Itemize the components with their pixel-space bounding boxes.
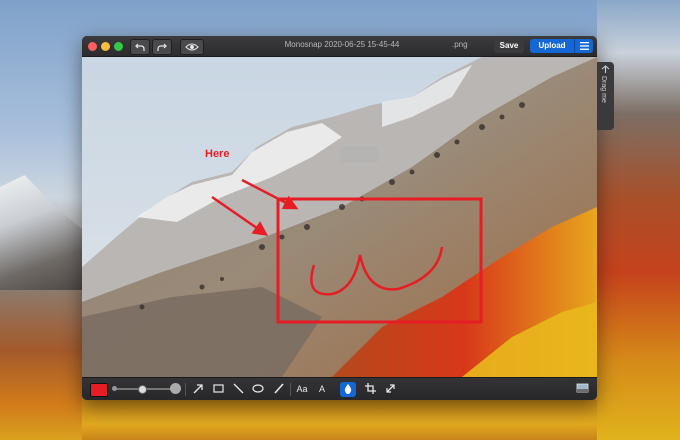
text-style-tool[interactable]: A <box>314 382 330 397</box>
preview-button[interactable] <box>180 39 204 55</box>
stroke-max-dot <box>170 383 181 394</box>
annotation-arrow[interactable] <box>211 195 269 236</box>
pen-tool[interactable] <box>270 382 286 397</box>
redo-button[interactable] <box>152 39 172 55</box>
share-icon <box>601 65 610 73</box>
drop-icon <box>344 384 352 394</box>
hamburger-icon <box>579 42 589 50</box>
annotation-layer[interactable] <box>82 57 597 377</box>
rectangle-tool[interactable] <box>210 382 226 397</box>
crop-tool[interactable] <box>362 382 378 397</box>
drag-me-label: Drag me <box>600 76 607 103</box>
rectangle-icon <box>212 384 224 393</box>
toolbar-separator <box>185 383 186 396</box>
eye-icon <box>185 43 199 51</box>
file-name-title[interactable]: Monosnap 2020-06-25 15-45-44 <box>252 40 432 49</box>
minimize-window-button[interactable] <box>101 42 110 51</box>
line-icon <box>233 383 243 394</box>
redo-icon <box>157 43 167 51</box>
ellipse-icon <box>252 384 264 393</box>
screen-size-button[interactable] <box>574 382 590 397</box>
monitor-icon <box>576 383 588 393</box>
undo-button[interactable] <box>130 39 150 55</box>
crop-icon <box>364 383 376 394</box>
save-button[interactable]: Save <box>494 39 524 53</box>
color-picker-button[interactable] <box>90 383 108 397</box>
upload-menu-button[interactable] <box>574 39 593 53</box>
annotation-rectangle[interactable] <box>276 197 483 324</box>
arrow-tool[interactable] <box>190 382 206 397</box>
annotation-arrow[interactable] <box>241 178 299 210</box>
ellipse-tool[interactable] <box>250 382 266 397</box>
drag-me-tab[interactable]: Drag me <box>597 62 614 130</box>
desktop-wallpaper-foothills <box>0 290 82 440</box>
pen-icon <box>273 383 284 394</box>
toolbar-separator <box>290 383 291 396</box>
text-style-label: A <box>318 384 325 394</box>
desktop-wallpaper-bottom <box>82 400 597 440</box>
editing-toolbar: Aa A <box>82 377 597 400</box>
text-tool[interactable]: Aa <box>294 382 310 397</box>
annotation-text[interactable]: Here <box>205 148 229 160</box>
screenshot-canvas[interactable]: Here <box>82 57 597 377</box>
blur-tool[interactable] <box>340 382 356 397</box>
undo-icon <box>135 43 145 51</box>
window-titlebar[interactable]: Monosnap 2020-06-25 15-45-44 .png Save U… <box>82 36 597 57</box>
zoom-window-button[interactable] <box>114 42 123 51</box>
line-tool[interactable] <box>230 382 246 397</box>
close-window-button[interactable] <box>88 42 97 51</box>
resize-tool[interactable] <box>382 382 398 397</box>
desktop-wallpaper-mountain <box>0 175 82 295</box>
monosnap-editor-window: Monosnap 2020-06-25 15-45-44 .png Save U… <box>82 36 597 400</box>
upload-button[interactable]: Upload <box>530 39 574 53</box>
stroke-width-handle[interactable] <box>138 385 147 394</box>
annotation-freehand[interactable] <box>310 246 444 296</box>
file-extension[interactable]: .png <box>452 40 468 49</box>
expand-icon <box>385 384 395 393</box>
stroke-min-dot <box>112 386 117 391</box>
arrow-icon <box>193 384 203 394</box>
